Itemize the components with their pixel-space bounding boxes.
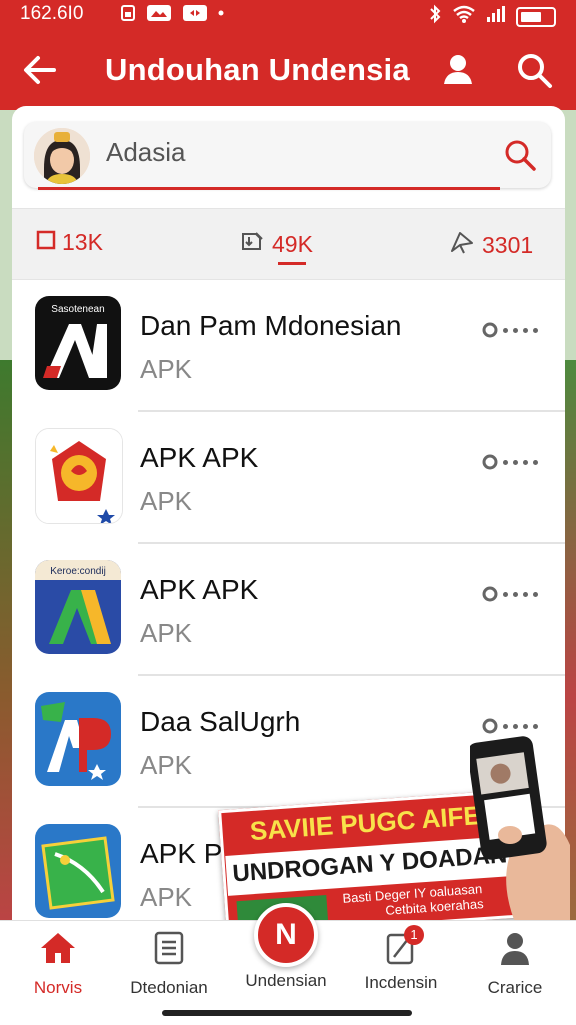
more-options-icon[interactable] — [482, 586, 538, 602]
arrow-left-icon[interactable] — [20, 50, 60, 95]
nav-label: Dtedonian — [130, 978, 208, 997]
app-icon — [35, 692, 121, 786]
app-name: Dan Pam Mdonesian — [140, 310, 402, 341]
app-icon: Keroe:condij — [35, 560, 121, 654]
search-icon[interactable] — [503, 138, 537, 177]
nav-item-incidents[interactable]: 1 Incdensin — [351, 925, 451, 993]
notification-badge: 1 — [404, 925, 424, 945]
photo-icon — [146, 4, 172, 27]
app-name: Daa SalUgrh — [140, 706, 301, 737]
nav-label: Crarice — [487, 978, 543, 997]
app-icon-text: Keroe:condij — [50, 566, 106, 577]
signal-icon — [486, 5, 506, 28]
avatar[interactable] — [34, 128, 90, 184]
status-bar: 162.6I0 — [0, 0, 576, 30]
nav-label: Incdensin — [364, 973, 438, 992]
list-item[interactable]: Keroe:condij APK APK APK — [12, 544, 565, 676]
list-item[interactable]: APK APK APK — [12, 412, 565, 544]
stats-bar: 13K 49K 3301 — [12, 208, 565, 280]
hand-phone-image — [467, 735, 570, 925]
nav-item-care[interactable]: Crarice — [465, 931, 565, 998]
status-left-icons — [120, 4, 224, 27]
home-indicator — [162, 1010, 412, 1016]
app-header: Undouhan Undensia — [0, 30, 576, 110]
n-logo-icon: N — [254, 903, 318, 967]
stat-value: 49K — [272, 230, 313, 257]
app-subtitle: APK — [140, 486, 193, 516]
stat-item[interactable]: 13K — [36, 229, 103, 256]
person-icon — [465, 931, 565, 970]
nav-item-center[interactable]: N Undensian — [236, 903, 336, 991]
app-subtitle: APK — [140, 354, 193, 384]
page-title: Undouhan Undensia — [105, 52, 410, 87]
stat-value: 3301 — [482, 231, 534, 258]
nav-item-documents[interactable]: Dtedonian — [119, 931, 219, 998]
list-item[interactable]: Sasotenean Dan Pam Mdonesian APK — [12, 280, 565, 412]
nav-item-home[interactable]: Norvis — [8, 931, 108, 998]
square-icon — [36, 229, 56, 256]
search-bar — [24, 122, 551, 190]
home-icon — [8, 931, 108, 970]
bluetooth-icon — [428, 4, 442, 29]
stat-item[interactable]: 49K — [240, 229, 313, 265]
active-underline — [278, 262, 306, 265]
app-icon — [35, 428, 123, 524]
more-options-icon[interactable] — [482, 718, 538, 734]
app-name: APK APK — [140, 442, 259, 473]
nav-icon — [182, 4, 208, 27]
nav-label: Norvis — [33, 978, 83, 997]
app-subtitle: APK — [140, 882, 193, 912]
edit-icon: 1 — [384, 925, 424, 965]
sim-icon — [120, 4, 136, 27]
app-icon: Sasotenean — [35, 296, 121, 390]
document-icon — [119, 931, 219, 970]
more-options-icon[interactable] — [482, 454, 538, 470]
more-options-icon[interactable] — [482, 322, 538, 338]
search-icon[interactable] — [514, 50, 554, 95]
search-input[interactable] — [106, 135, 466, 169]
user-icon[interactable] — [438, 50, 478, 95]
status-time: 162.6I0 — [20, 3, 84, 24]
app-subtitle: APK — [140, 750, 193, 780]
app-subtitle: APK — [140, 618, 193, 648]
share-icon — [448, 229, 476, 261]
battery-icon — [516, 6, 556, 27]
app-icon — [35, 824, 121, 918]
stat-value: 13K — [62, 229, 103, 255]
app-icon-text: Sasotenean — [51, 304, 104, 315]
search-underline — [38, 187, 500, 190]
nav-label: Undensian — [245, 971, 327, 990]
app-name: APK P — [140, 838, 223, 869]
app-name: APK APK — [140, 574, 259, 605]
status-right-icons — [428, 4, 556, 29]
wifi-icon — [452, 5, 476, 28]
download-icon — [240, 229, 266, 259]
stat-item[interactable]: 3301 — [448, 229, 533, 261]
dot-icon — [218, 4, 224, 27]
